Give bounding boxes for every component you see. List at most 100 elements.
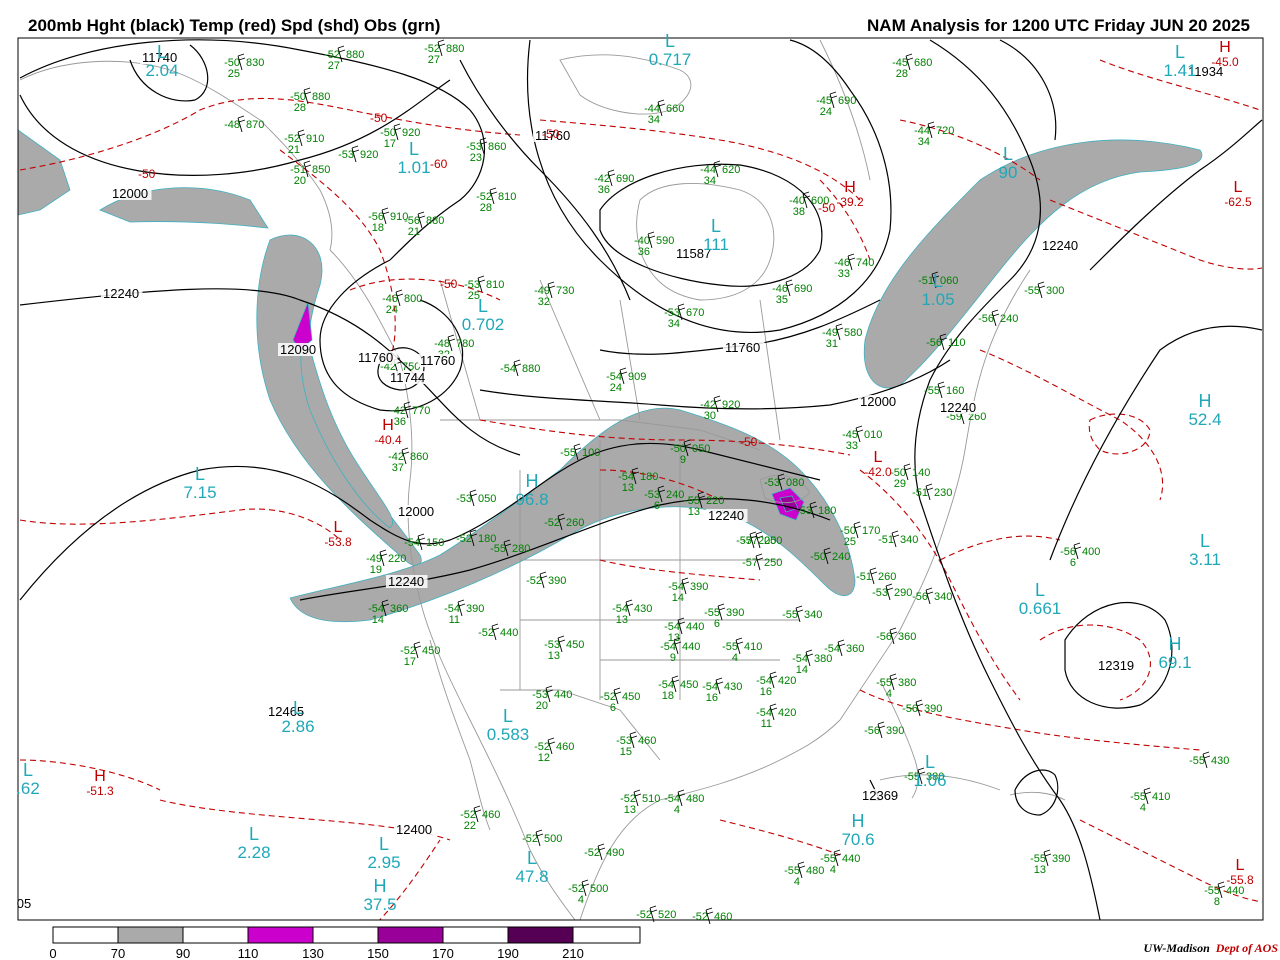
station-obs: -52 91021 [284,129,324,156]
station-obs: -51 85020 [290,160,330,187]
obs-height: 730 [556,285,574,297]
temp-contour-label: -50 [138,167,156,181]
speed-center-value: 1.06 [913,771,946,790]
obs-temp: -51 [878,534,894,546]
obs-height: 480 [806,865,824,877]
speed-center-value: 1.05 [921,290,954,309]
obs-dewpoint: 6 [1070,557,1076,569]
obs-height: 410 [744,641,762,653]
height-label: 12369 [862,788,898,803]
station-obs: -56 390 [864,721,904,739]
temp-center-value: -45.0 [1211,55,1239,69]
obs-temp: -57 [736,535,752,547]
temp-center-value: -55.8 [1226,873,1254,887]
obs-height: 390 [466,603,484,615]
obs-temp: -53 [796,505,812,517]
obs-dewpoint: 4 [578,894,584,906]
colorbar-seg-190-210 [507,926,574,944]
height-label: 12400 [396,822,432,837]
obs-height: 250 [764,557,782,569]
obs-height: 909 [628,371,646,383]
obs-dewpoint: 24 [610,382,622,394]
obs-height: 420 [778,675,796,687]
obs-temp: -52 [636,909,652,921]
obs-dewpoint: 36 [638,246,650,258]
obs-dewpoint: 9 [670,652,676,664]
obs-height: 920 [722,399,740,411]
speed-center-letter: H [374,876,387,896]
obs-dewpoint: 28 [480,202,492,214]
temp-center-letter: L [1234,179,1243,196]
obs-dewpoint: 37 [392,462,404,474]
canada-provinces [439,279,781,441]
station-obs: -56 4006 [1060,542,1100,569]
height-label: 12240 [388,574,424,589]
speed-center-value: .62 [16,779,40,798]
speed-center-letter: L [527,848,537,868]
obs-height: 160 [946,385,964,397]
obs-height: 450 [566,639,584,651]
station-obs: -53 290 [872,583,912,601]
speed-center-letter: L [503,706,513,726]
obs-height: 180 [640,471,658,483]
obs-height: 720 [936,125,954,137]
station-obs: -54 4804 [664,789,704,816]
obs-height: 360 [390,603,408,615]
station-obs: -53 86023 [466,137,506,164]
obs-height: 400 [1082,546,1100,558]
speed-center-letter: L [1003,144,1013,164]
obs-height: 440 [500,627,518,639]
obs-temp: -57 [742,557,758,569]
obs-dewpoint: 16 [706,692,718,704]
speed-center-letter: L [925,752,935,772]
obs-dewpoint: 24 [386,304,398,316]
obs-height: 810 [486,279,504,291]
speed-center-letter: H [526,471,539,491]
station-obs: -53 920 [338,145,378,163]
station-obs: -40 59036 [634,231,674,258]
obs-height: 240 [832,551,850,563]
speed-center-letter: L [1175,42,1185,62]
obs-dewpoint: 23 [470,152,482,164]
obs-temp: -55 [782,609,798,621]
obs-height: 460 [556,741,574,753]
station-obs: -52 51013 [620,789,660,816]
station-obs: -54 39011 [444,599,484,626]
temp-contour [1049,199,1263,270]
obs-height: 180 [818,505,836,517]
obs-dewpoint: 6 [654,500,660,512]
speed-center-letter: L [293,698,303,718]
speed-center-letter: L [379,834,389,854]
station-obs: -54 45018 [658,675,698,702]
height-label: 12240 [940,400,976,415]
speed-center-letter: L [478,296,488,316]
obs-height: 590 [656,235,674,247]
height-contour [1049,325,1263,561]
colorbar-seg-150-170 [377,926,444,944]
speed-center-letter: H [852,811,865,831]
obs-dewpoint: 15 [620,746,632,758]
obs-temp: -50 [810,551,826,563]
station-obs: -56 390 [902,699,942,717]
speed-center-letter: L [157,42,167,62]
obs-temp: -51 [918,275,934,287]
temp-contour-label: -50 [440,277,458,291]
colorbar-tick-label: 210 [562,946,584,960]
obs-height: 690 [616,173,634,185]
speed-center-letter: L [23,760,33,780]
temp-contour [719,819,841,856]
speed-center-value: 0.583 [487,725,530,744]
obs-dewpoint: 18 [662,690,674,702]
colorbar-seg-90-110 [182,926,249,944]
obs-height: 860 [488,141,506,153]
temp-center-letter: L [334,519,343,536]
obs-height: 880 [312,91,330,103]
station-obs: -54 880 [500,359,540,377]
station-obs: -55 4104 [1130,787,1170,814]
speed-center-value: 1.01 [397,158,430,177]
speed-center-value: 3.11 [1189,550,1221,569]
obs-height: 880 [346,49,364,61]
height-contour [999,39,1057,141]
obs-dewpoint: 13 [548,650,560,662]
station-obs: -54 42016 [756,671,796,698]
